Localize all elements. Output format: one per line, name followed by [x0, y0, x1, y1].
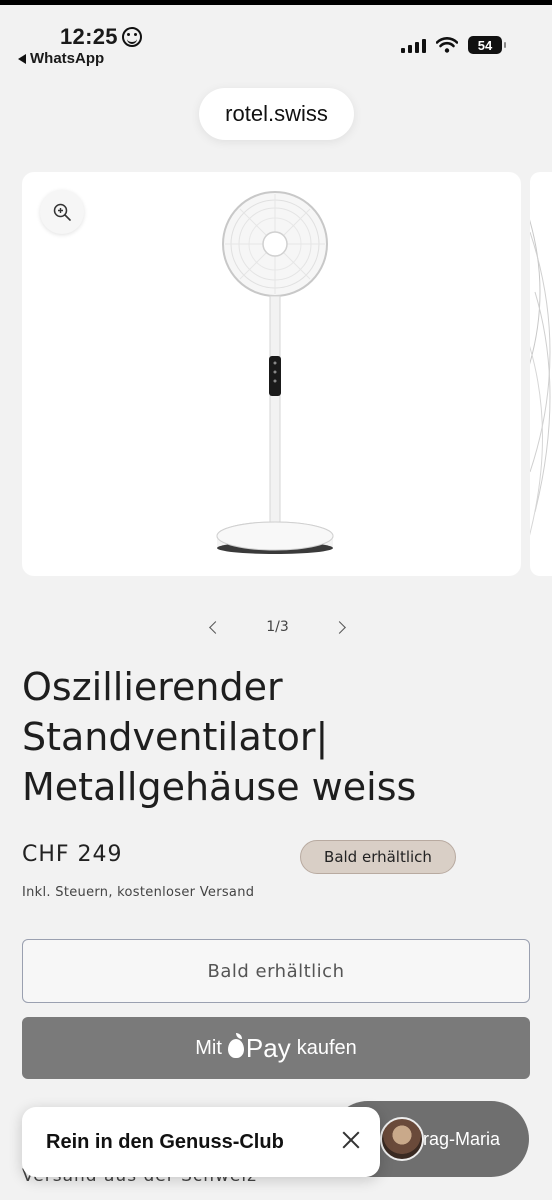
applepay-mark: Pay — [227, 1032, 291, 1064]
title-line-2: Standventilator| — [22, 715, 329, 759]
tax-note: Inkl. Steuern, kostenloser Versand — [22, 885, 255, 900]
applepay-pay: Pay — [245, 1032, 291, 1063]
next-image-peek[interactable] — [530, 172, 552, 576]
product-fan-image — [216, 191, 334, 554]
pager-count: 1/3 — [266, 619, 289, 635]
back-triangle-icon — [18, 53, 26, 64]
signal-icon — [401, 37, 426, 53]
close-icon[interactable] — [340, 1129, 362, 1151]
next-image-preview — [530, 219, 551, 536]
back-app-label: WhatsApp — [30, 50, 105, 67]
battery-icon: 54 — [468, 36, 506, 54]
badge-label: Bald erhältlich — [324, 848, 432, 866]
club-popup-text: Rein in den Genuss-Club — [46, 1130, 284, 1153]
top-edge — [0, 0, 552, 5]
avatar — [380, 1117, 424, 1161]
product-price: CHF 249 — [22, 842, 123, 867]
chat-label: Frag-Maria — [412, 1128, 501, 1149]
back-to-app[interactable]: WhatsApp — [18, 50, 104, 67]
url-text: rotel.swiss — [225, 101, 328, 126]
status-indicators: 54 — [401, 36, 506, 54]
coming-soon-button[interactable]: Bald erhältlich — [22, 939, 530, 1003]
battery-level: 54 — [477, 37, 493, 53]
zoom-button[interactable] — [40, 190, 84, 234]
club-popup[interactable]: Rein in den Genuss-Club — [22, 1107, 380, 1177]
title-line-1: Oszillierender — [22, 665, 283, 709]
url-bar[interactable]: rotel.swiss — [199, 88, 354, 140]
title-line-3: Metallgehäuse weiss — [22, 765, 417, 809]
status-time: 12:25 — [60, 24, 142, 50]
availability-badge: Bald erhältlich — [300, 840, 456, 874]
chevron-right-icon[interactable] — [333, 620, 346, 634]
product-title: Oszillierender Standventilator| Metallge… — [22, 662, 522, 812]
applepay-suffix: kaufen — [296, 1036, 357, 1059]
clock: 12:25 — [60, 24, 118, 49]
product-image-card[interactable] — [22, 172, 521, 576]
chevron-left-icon[interactable] — [209, 620, 222, 634]
smiley-icon — [121, 27, 142, 47]
gallery-pager: 1/3 — [205, 614, 350, 640]
coming-soon-label: Bald erhältlich — [207, 960, 345, 982]
apple-logo-icon — [227, 1032, 244, 1058]
apple-pay-button[interactable]: Mit Pay kaufen — [22, 1017, 530, 1079]
wifi-icon — [436, 37, 458, 53]
applepay-prefix: Mit — [195, 1036, 222, 1059]
zoom-in-icon — [53, 203, 71, 221]
